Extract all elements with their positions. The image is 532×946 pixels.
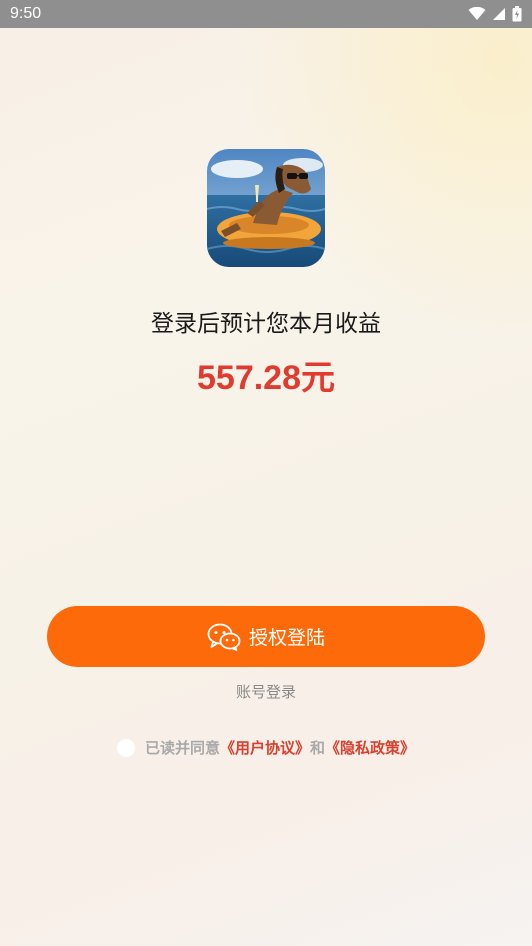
estimated-earnings-heading: 登录后预计您本月收益 <box>151 311 381 337</box>
status-time: 9:50 <box>10 5 42 22</box>
agreement-row: 已读并同意 《用户协议》 和 《隐私政策》 <box>0 737 532 758</box>
agreement-prefix: 已读并同意 <box>144 739 220 757</box>
estimated-earnings-amount: 557.28元 <box>197 359 335 397</box>
wechat-icon <box>207 623 241 651</box>
battery-icon <box>512 6 522 22</box>
app-logo <box>207 149 325 267</box>
agreement-conjunction: 和 <box>310 739 326 757</box>
signal-icon <box>493 8 505 20</box>
account-login-link[interactable]: 账号登录 <box>0 681 532 702</box>
agreement-checkbox[interactable] <box>116 738 135 757</box>
horse-on-inflatable-boat-logo <box>207 149 325 267</box>
status-bar: 9:50 <box>0 0 532 28</box>
wifi-icon <box>468 7 486 20</box>
status-icons <box>468 6 522 22</box>
wechat-authorize-login-button[interactable]: 授权登陆 <box>47 606 485 667</box>
wechat-authorize-login-label: 授权登陆 <box>248 627 325 649</box>
privacy-policy-link[interactable]: 《隐私政策》 <box>325 737 415 758</box>
user-agreement-link[interactable]: 《用户协议》 <box>220 737 310 758</box>
